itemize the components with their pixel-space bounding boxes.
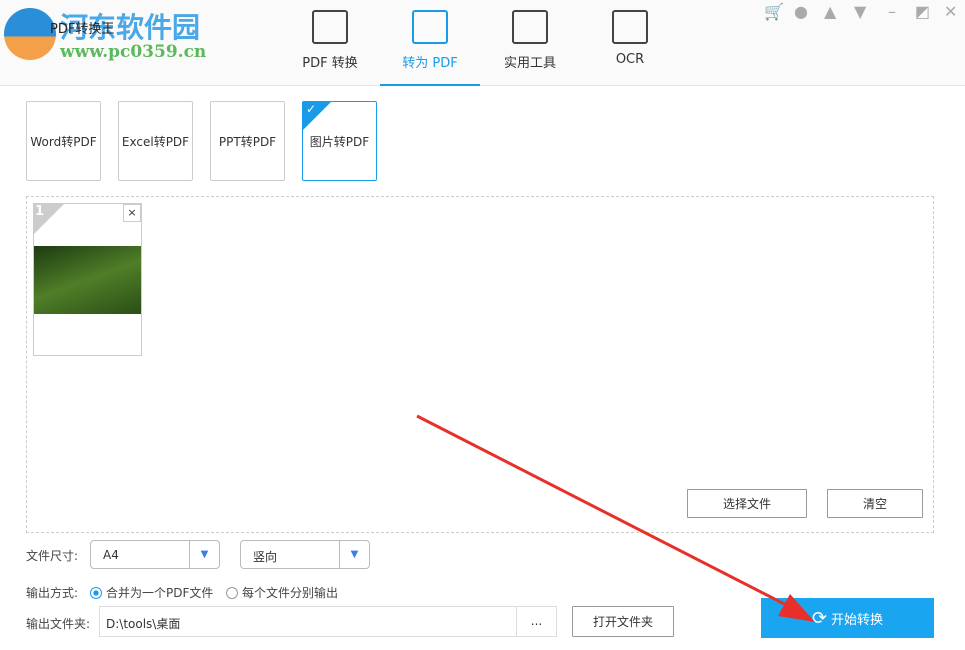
annotation-arrow: [416, 414, 815, 622]
